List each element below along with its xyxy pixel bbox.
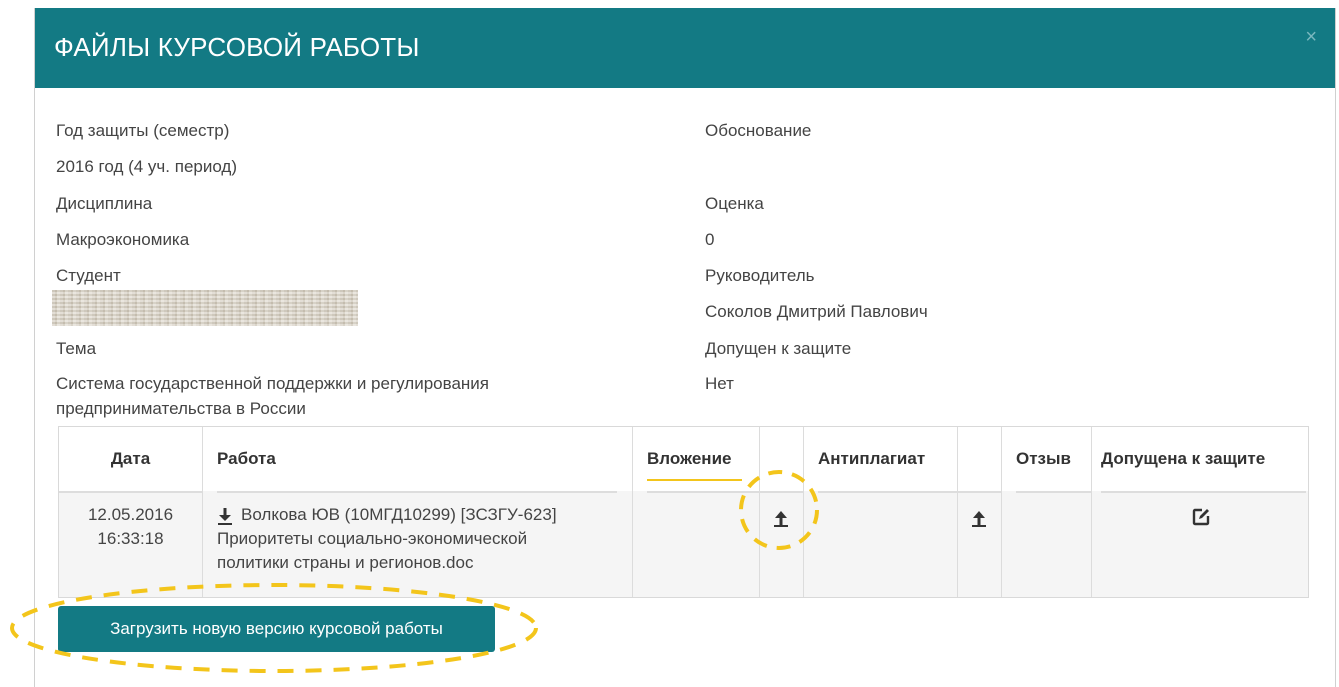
student-label: Студент: [56, 266, 121, 285]
header-review: Отзыв: [1016, 427, 1091, 493]
row-file-line3: политики страны и регионов.doc: [217, 553, 474, 572]
header-antiplagiarism: Антиплагиат: [818, 427, 957, 493]
admitted-label: Допущен к защите: [705, 339, 852, 358]
upload-icon[interactable]: [971, 509, 987, 532]
grade-value: 0: [705, 230, 715, 249]
course-work-files-modal: ФАЙЛЫ КУРСОВОЙ РАБОТЫ × Год защиты (семе…: [34, 8, 1336, 687]
supervisor-label: Руководитель: [705, 266, 815, 285]
upload-new-version-button[interactable]: Загрузить новую версию курсовой работы: [58, 606, 495, 652]
close-icon[interactable]: ×: [1305, 26, 1317, 49]
row-file-link[interactable]: Волкова ЮВ (10МГД10299) [ЗСЗГУ-623]: [241, 503, 557, 527]
row-date: 12.05.2016: [87, 505, 174, 524]
header-blank-1: [759, 427, 803, 493]
header-work: Работа: [217, 427, 617, 493]
row-file-line2: Приоритеты социально-экономической: [217, 529, 528, 548]
edit-icon[interactable]: [1191, 507, 1211, 532]
year-label: Год защиты (семестр): [56, 121, 230, 140]
upload-icon[interactable]: [773, 509, 789, 532]
header-attachment: Вложение: [647, 427, 759, 493]
header-admitted: Допущена к защите: [1101, 427, 1306, 493]
discipline-label: Дисциплина: [56, 194, 153, 213]
admitted-value: Нет: [705, 374, 734, 393]
attachment-highlight-underline: [647, 479, 742, 481]
topic-label: Тема: [56, 339, 97, 358]
student-name-redacted: [52, 290, 358, 326]
modal-title: ФАЙЛЫ КУРСОВОЙ РАБОТЫ: [54, 32, 420, 62]
header-blank-2: [957, 427, 1001, 493]
grade-label: Оценка: [705, 194, 764, 213]
basis-label: Обоснование: [705, 121, 812, 140]
topic-value-line1: Система государственной поддержки и регу…: [56, 374, 489, 393]
discipline-value: Макроэкономика: [56, 230, 190, 249]
supervisor-value: Соколов Дмитрий Павлович: [705, 302, 928, 321]
topic-value-line2: предпринимательства в России: [56, 399, 306, 418]
modal-header: ФАЙЛЫ КУРСОВОЙ РАБОТЫ ×: [35, 8, 1335, 88]
header-date: Дата: [59, 427, 202, 493]
row-time: 16:33:18: [97, 529, 164, 548]
year-value: 2016 год (4 уч. период): [56, 157, 238, 176]
files-table: Дата Работа Вложение Антиплагиат Отзыв Д…: [58, 426, 1309, 598]
